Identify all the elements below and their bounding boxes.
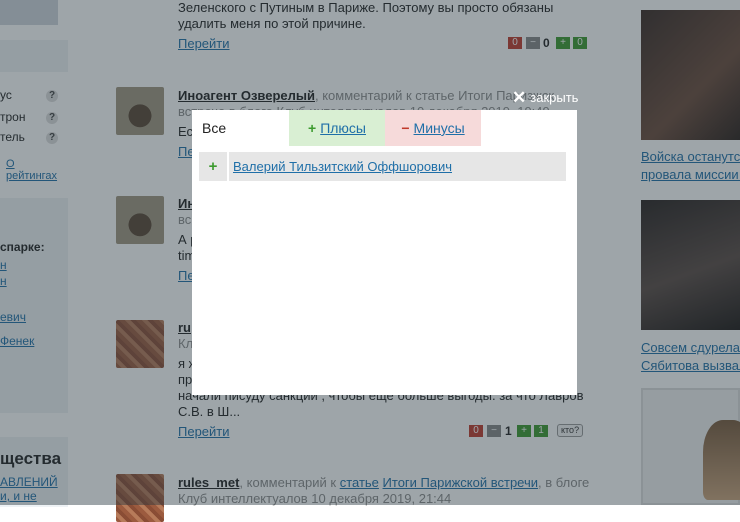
close-icon: ✕	[512, 88, 527, 107]
tab-all[interactable]: Все	[192, 110, 298, 146]
voter-row: + Валерий Тильзитский Оффшорович	[199, 152, 566, 181]
tab-plus[interactable]: + Плюсы	[289, 110, 385, 146]
plus-icon: +	[308, 120, 317, 136]
close-button[interactable]: ✕ закрыть	[512, 88, 578, 108]
minus-icon: −	[401, 120, 410, 136]
voters-dialog: Все + Плюсы − Минусы + Валерий Тильзитский…	[192, 110, 577, 395]
plus-icon: +	[199, 152, 229, 181]
voter-name-link[interactable]: Валерий Тильзитский Оффшорович	[233, 152, 452, 181]
tab-minus[interactable]: − Минусы	[385, 110, 481, 146]
